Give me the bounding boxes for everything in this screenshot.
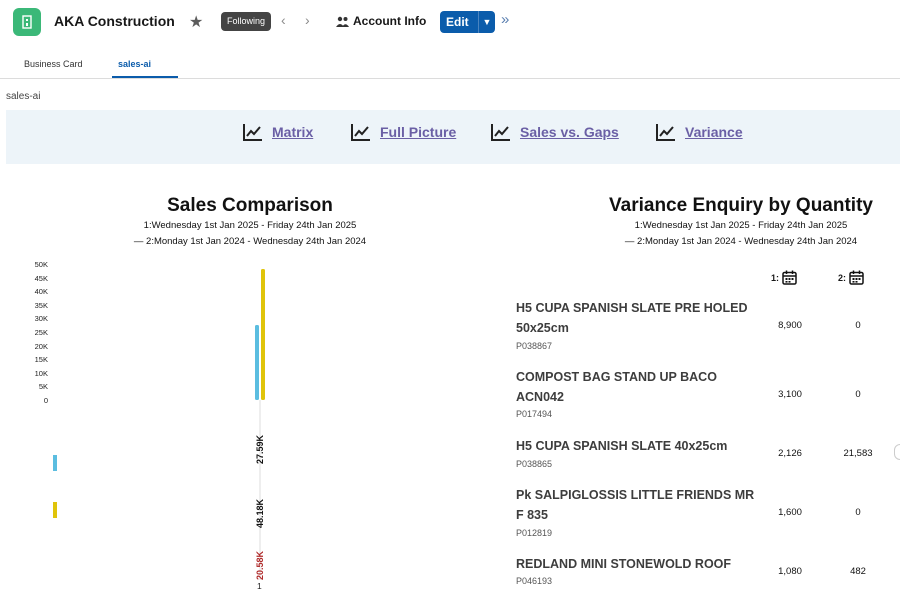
- variance-item-qty-1: 3,100: [778, 389, 802, 400]
- tab-bar: Business Card sales-ai: [0, 52, 900, 79]
- record-title: AKA Construction: [54, 13, 175, 29]
- breadcrumb: sales-ai: [6, 91, 41, 102]
- variance-item-qty-1: 2,126: [778, 448, 802, 459]
- line-chart-icon: [656, 124, 675, 141]
- variance-item-code: P046193: [516, 576, 553, 586]
- variance-period-2: — 2:Monday 1st Jan 2024 - Wednesday 24th…: [624, 236, 858, 247]
- column-header-period-1[interactable]: 1:: [771, 270, 797, 285]
- variance-item-qty-2: 0: [855, 320, 861, 331]
- variance-item-code: P038867: [516, 341, 553, 351]
- line-chart-icon: [351, 124, 370, 141]
- chevron-down-icon[interactable]: ▼: [478, 11, 495, 33]
- variance-item-qty-2: 21,583: [843, 448, 873, 459]
- column-2-label: 2:: [838, 272, 847, 283]
- tab-business-card[interactable]: Business Card: [24, 59, 83, 69]
- line-chart-icon: [491, 124, 510, 141]
- tab-sales-ai[interactable]: sales-ai: [118, 59, 151, 69]
- variance-item-qty-2: 0: [855, 389, 861, 400]
- sales-vs-gaps-link[interactable]: Sales vs. Gaps: [490, 122, 619, 142]
- matrix-link-label: Matrix: [272, 124, 314, 140]
- users-icon: [336, 16, 349, 27]
- line-chart-icon: [243, 124, 262, 141]
- variance-item-name[interactable]: H5 CUPA SPANISH SLATE PRE HOLED 50x25cm: [516, 298, 756, 338]
- variance-period-1: 1:Wednesday 1st Jan 2025 - Friday 24th J…: [634, 220, 848, 231]
- variance-item-qty-1: 1,600: [778, 507, 802, 518]
- sales-comparison-title: Sales Comparison: [167, 195, 333, 216]
- variance-item-code: P017494: [516, 409, 553, 419]
- bar-series-2[interactable]: [261, 268, 265, 400]
- variance-item-name[interactable]: H5 CUPA SPANISH SLATE 40x25cm: [516, 436, 756, 456]
- sales-period-1: 1:Wednesday 1st Jan 2025 - Friday 24th J…: [143, 220, 357, 231]
- sales-vs-gaps-link-label: Sales vs. Gaps: [520, 124, 619, 140]
- bar-value-label: 27.59K: [255, 434, 265, 464]
- variance-item-qty-2: 482: [850, 566, 866, 577]
- variance-link-label: Variance: [685, 124, 743, 140]
- variance-item-qty-2: 0: [855, 507, 861, 518]
- calendar-icon: [849, 270, 864, 285]
- full-picture-link-label: Full Picture: [380, 124, 457, 140]
- category-label: 1: [257, 581, 262, 591]
- account-info-label: Account Info: [353, 14, 427, 28]
- back-arrow-icon[interactable]: ‹: [281, 12, 286, 28]
- calendar-icon: [782, 270, 797, 285]
- sales-bar-chart: [255, 268, 265, 400]
- bar-series-1[interactable]: [255, 324, 259, 400]
- more-actions-icon[interactable]: »: [501, 11, 509, 28]
- bar-value-label: 48.18K: [255, 498, 265, 528]
- row-action-button[interactable]: [894, 444, 900, 460]
- edit-label: Edit: [446, 15, 469, 29]
- sales-period-2: — 2:Monday 1st Jan 2024 - Wednesday 24th…: [133, 236, 367, 247]
- column-header-period-2[interactable]: 2:: [838, 270, 864, 285]
- variance-link[interactable]: Variance: [655, 122, 743, 142]
- variance-item-code: P038865: [516, 459, 553, 469]
- variance-item-name[interactable]: REDLAND MINI STONEWOLD ROOF: [516, 554, 756, 574]
- legend-swatch-series-1: [53, 455, 57, 471]
- account-info-link[interactable]: Account Info: [336, 14, 426, 28]
- column-1-label: 1:: [771, 272, 780, 283]
- matrix-link[interactable]: Matrix: [242, 122, 313, 142]
- favorite-star-icon[interactable]: ★: [189, 12, 203, 32]
- report-links-bar: Matrix Full Picture Sales vs. Gaps Varia…: [6, 110, 900, 164]
- forward-arrow-icon[interactable]: ›: [305, 12, 310, 28]
- variance-title: Variance Enquiry by Quantity: [609, 195, 873, 216]
- following-button[interactable]: Following: [221, 12, 272, 31]
- edit-button[interactable]: Edit ▼: [440, 11, 495, 33]
- variance-item-code: P012819: [516, 528, 553, 538]
- variance-item-name[interactable]: Pk SALPIGLOSSIS LITTLE FRIENDS MR F 835: [516, 485, 756, 525]
- full-picture-link[interactable]: Full Picture: [350, 122, 456, 142]
- variance-item-qty-1: 8,900: [778, 320, 802, 331]
- variance-item-qty-1: 1,080: [778, 566, 802, 577]
- bar-value-label: 20.58K: [255, 550, 265, 580]
- variance-period-2-text: 2:Monday 1st Jan 2024 - Wednesday 24th J…: [637, 236, 858, 247]
- active-tab-indicator: [112, 76, 178, 78]
- building-icon: [13, 8, 41, 36]
- record-header: AKA Construction ★ Following ‹ › Account…: [0, 0, 900, 46]
- legend-swatch-series-2: [53, 502, 57, 518]
- variance-item-name[interactable]: COMPOST BAG STAND UP BACO ACN042: [516, 367, 756, 407]
- sales-period-2-text: 2:Monday 1st Jan 2024 - Wednesday 24th J…: [146, 236, 367, 247]
